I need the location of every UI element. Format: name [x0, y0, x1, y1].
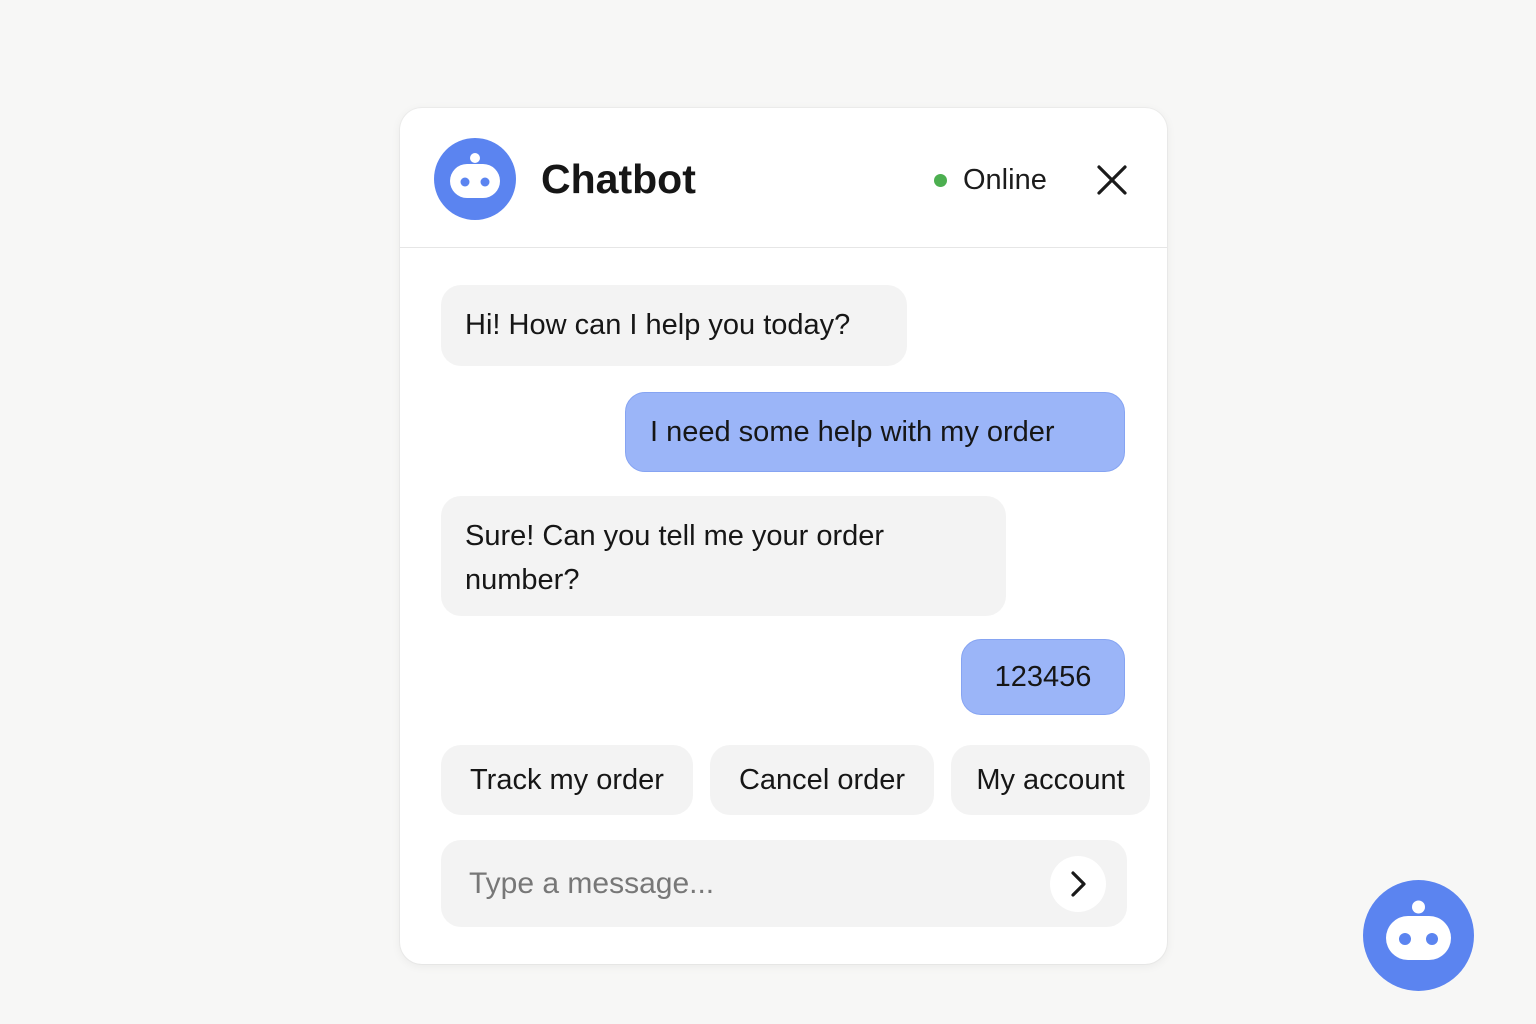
status-indicator: Online [934, 160, 1047, 200]
message-composer [441, 840, 1127, 927]
close-icon [1097, 165, 1127, 195]
user-message: 123456 [961, 639, 1125, 715]
bot-avatar [434, 138, 516, 220]
bot-message: Hi! How can I help you today? [441, 285, 907, 366]
robot-icon [1386, 900, 1451, 960]
chat-header: Chatbot Online [400, 108, 1167, 248]
online-status-dot [934, 173, 947, 187]
quick-reply-my-account[interactable]: My account [951, 745, 1150, 815]
chat-title: Chatbot [541, 156, 696, 202]
user-message: I need some help with my order [625, 392, 1125, 472]
close-button[interactable] [1090, 158, 1134, 202]
quick-reply-track-order[interactable]: Track my order [441, 745, 693, 815]
robot-icon [450, 153, 500, 198]
chat-launcher-button[interactable] [1363, 880, 1474, 991]
message-input[interactable] [469, 840, 1039, 927]
chat-window: Chatbot Online Hi! How can I help you to… [400, 108, 1167, 964]
send-button[interactable] [1050, 856, 1106, 912]
status-text: Online [963, 163, 1047, 196]
quick-reply-cancel-order[interactable]: Cancel order [710, 745, 934, 815]
chevron-right-icon [1071, 871, 1086, 897]
bot-message: Sure! Can you tell me your order number? [441, 496, 1006, 616]
